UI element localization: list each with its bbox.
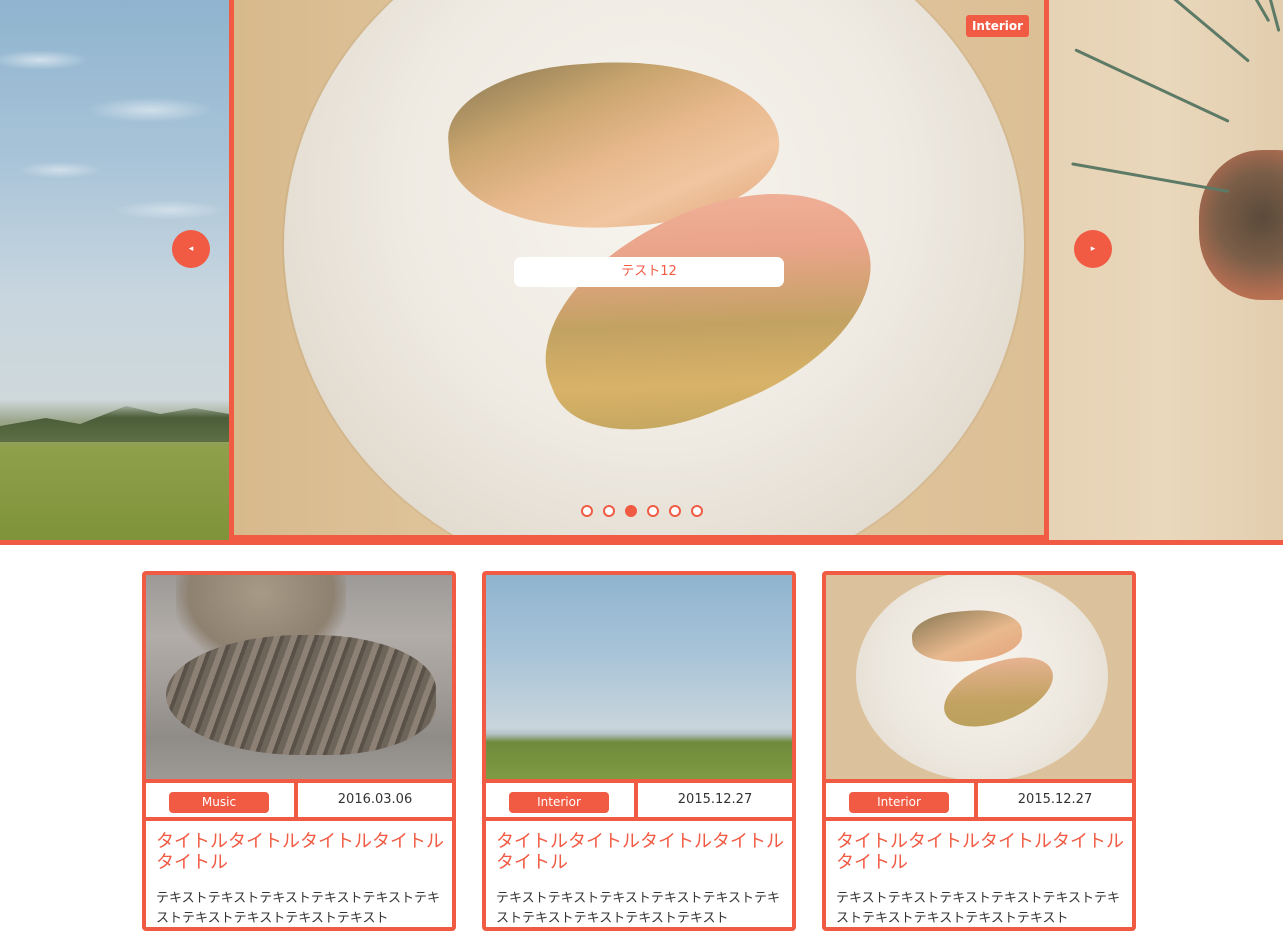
post-card[interactable]: Music 2016.03.06 タイトルタイトルタイトルタイトルタイトル テキ… — [142, 571, 456, 931]
pagination-dot[interactable] — [647, 505, 659, 517]
post-card-list: Music 2016.03.06 タイトルタイトルタイトルタイトルタイトル テキ… — [142, 571, 1142, 931]
plant-leaf — [1197, 0, 1271, 23]
post-date: 2016.03.06 — [337, 792, 413, 807]
post-card[interactable]: Interior 2015.12.27 タイトルタイトルタイトルタイトルタイトル… — [822, 571, 1136, 931]
post-title[interactable]: タイトルタイトルタイトルタイトルタイトル — [156, 831, 444, 873]
slide-prev-preview[interactable] — [0, 0, 229, 540]
next-arrow-button[interactable]: ▸ — [1074, 230, 1112, 268]
arrow-left-icon: ◂ — [188, 244, 194, 254]
post-title[interactable]: タイトルタイトルタイトルタイトルタイトル — [496, 831, 784, 873]
tree-line — [0, 406, 229, 442]
arrow-right-icon: ▸ — [1090, 244, 1096, 254]
pagination-dot[interactable] — [669, 505, 681, 517]
cat — [166, 635, 436, 755]
post-meta: Interior 2015.12.27 — [486, 779, 792, 821]
category-badge[interactable]: Interior — [849, 792, 949, 813]
post-date: 2015.12.27 — [677, 792, 753, 807]
post-excerpt: テキストテキストテキストテキストテキストテキストテキストテキストテキストテキスト — [836, 891, 1121, 926]
post-date: 2015.12.27 — [1017, 792, 1093, 807]
category-badge[interactable]: Music — [169, 792, 269, 813]
post-meta: Music 2016.03.06 — [146, 779, 452, 821]
pagination-dot[interactable] — [603, 505, 615, 517]
prev-arrow-button[interactable]: ◂ — [172, 230, 210, 268]
pagination-dot[interactable] — [581, 505, 593, 517]
pagination-dot[interactable] — [691, 505, 703, 517]
post-thumbnail[interactable] — [486, 575, 792, 779]
post-excerpt: テキストテキストテキストテキストテキストテキストテキストテキストテキストテキスト — [496, 891, 781, 926]
post-title[interactable]: タイトルタイトルタイトルタイトルタイトル — [836, 831, 1124, 873]
hero-slider: Interior テスト12 ◂ ▸ — [0, 0, 1283, 545]
plant-pot — [1199, 150, 1283, 300]
slider-pagination — [581, 505, 703, 517]
plant-leaf — [1074, 48, 1230, 123]
slide-next-preview[interactable] — [1049, 0, 1283, 540]
post-thumbnail[interactable] — [826, 575, 1132, 781]
plant-leaf — [1125, 0, 1250, 63]
post-card[interactable]: Interior 2015.12.27 タイトルタイトルタイトルタイトルタイトル… — [482, 571, 796, 931]
post-meta: Interior 2015.12.27 — [826, 779, 1132, 821]
slide-category-badge[interactable]: Interior — [966, 15, 1029, 37]
category-badge[interactable]: Interior — [509, 792, 609, 813]
sky-clouds — [0, 0, 229, 260]
plant-leaf — [1071, 162, 1230, 193]
post-excerpt: テキストテキストテキストテキストテキストテキストテキストテキストテキストテキスト — [156, 891, 441, 926]
post-thumbnail[interactable] — [146, 575, 452, 779]
slide-caption[interactable]: テスト12 — [514, 257, 784, 287]
pagination-dot-active[interactable] — [625, 505, 637, 517]
